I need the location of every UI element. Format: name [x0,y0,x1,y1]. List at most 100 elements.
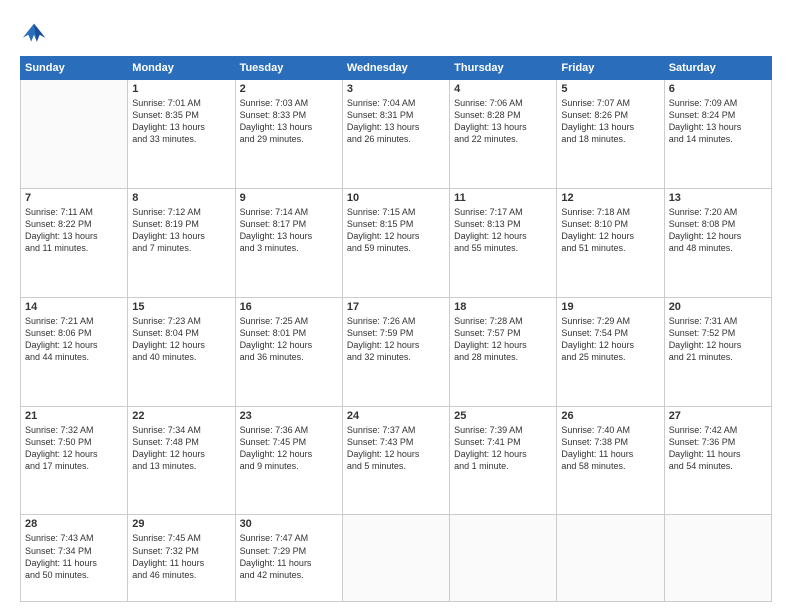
calendar-cell: 22 Sunrise: 7:34 AM Sunset: 7:48 PM Dayli… [128,406,235,515]
cell-info: Sunrise: 7:20 AM Sunset: 8:08 PM Dayligh… [669,206,767,255]
day-number: 13 [669,192,767,204]
day-number: 30 [240,518,338,530]
cell-info: Sunrise: 7:15 AM Sunset: 8:15 PM Dayligh… [347,206,445,255]
cell-info: Sunrise: 7:26 AM Sunset: 7:59 PM Dayligh… [347,315,445,364]
calendar-cell: 1 Sunrise: 7:01 AM Sunset: 8:35 PM Daylig… [128,80,235,189]
calendar-cell: 27Sunrise: 7:42 AM Sunset: 7:36 PM Dayli… [664,406,771,515]
weekday-header-tuesday: Tuesday [235,57,342,80]
day-number: 8 [132,192,230,204]
calendar-cell: 25 Sunrise: 7:39 AM Sunset: 7:41 PM Dayli… [450,406,557,515]
day-number: 7 [25,192,123,204]
week-row-4: 21Sunrise: 7:32 AM Sunset: 7:50 PM Dayli… [21,406,772,515]
week-row-1: 1 Sunrise: 7:01 AM Sunset: 8:35 PM Daylig… [21,80,772,189]
day-number: 24 [347,410,445,422]
calendar-cell: 4 Sunrise: 7:06 AM Sunset: 8:28 PM Daylig… [450,80,557,189]
day-number: 29 [132,518,230,530]
week-row-2: 7 Sunrise: 7:11 AM Sunset: 8:22 PM Daylig… [21,188,772,297]
weekday-header-monday: Monday [128,57,235,80]
calendar-cell: 8 Sunrise: 7:12 AM Sunset: 8:19 PM Daylig… [128,188,235,297]
day-number: 18 [454,301,552,313]
calendar-cell: 2 Sunrise: 7:03 AM Sunset: 8:33 PM Daylig… [235,80,342,189]
logo-bird-icon [20,18,48,46]
calendar-cell: 6Sunrise: 7:09 AM Sunset: 8:24 PM Daylig… [664,80,771,189]
day-number: 2 [240,83,338,95]
cell-info: Sunrise: 7:21 AM Sunset: 8:06 PM Dayligh… [25,315,123,364]
cell-info: Sunrise: 7:47 AM Sunset: 7:29 PM Dayligh… [240,532,338,581]
cell-info: Sunrise: 7:07 AM Sunset: 8:26 PM Dayligh… [561,97,659,146]
weekday-header-row: SundayMondayTuesdayWednesdayThursdayFrid… [21,57,772,80]
calendar-cell: 21Sunrise: 7:32 AM Sunset: 7:50 PM Dayli… [21,406,128,515]
day-number: 19 [561,301,659,313]
weekday-header-saturday: Saturday [664,57,771,80]
page: SundayMondayTuesdayWednesdayThursdayFrid… [0,0,792,612]
cell-info: Sunrise: 7:23 AM Sunset: 8:04 PM Dayligh… [132,315,230,364]
calendar-cell: 15Sunrise: 7:23 AM Sunset: 8:04 PM Dayli… [128,297,235,406]
day-number: 17 [347,301,445,313]
cell-info: Sunrise: 7:17 AM Sunset: 8:13 PM Dayligh… [454,206,552,255]
calendar-cell: 17 Sunrise: 7:26 AM Sunset: 7:59 PM Dayli… [342,297,449,406]
week-row-5: 28 Sunrise: 7:43 AM Sunset: 7:34 PM Dayli… [21,515,772,602]
day-number: 14 [25,301,123,313]
cell-info: Sunrise: 7:39 AM Sunset: 7:41 PM Dayligh… [454,424,552,473]
calendar-cell [557,515,664,602]
cell-info: Sunrise: 7:29 AM Sunset: 7:54 PM Dayligh… [561,315,659,364]
day-number: 28 [25,518,123,530]
day-number: 5 [561,83,659,95]
calendar-cell: 19 Sunrise: 7:29 AM Sunset: 7:54 PM Dayli… [557,297,664,406]
cell-info: Sunrise: 7:09 AM Sunset: 8:24 PM Dayligh… [669,97,767,146]
day-number: 4 [454,83,552,95]
cell-info: Sunrise: 7:01 AM Sunset: 8:35 PM Dayligh… [132,97,230,146]
calendar-cell: 29Sunrise: 7:45 AM Sunset: 7:32 PM Dayli… [128,515,235,602]
cell-info: Sunrise: 7:06 AM Sunset: 8:28 PM Dayligh… [454,97,552,146]
cell-info: Sunrise: 7:11 AM Sunset: 8:22 PM Dayligh… [25,206,123,255]
calendar-cell: 16 Sunrise: 7:25 AM Sunset: 8:01 PM Dayli… [235,297,342,406]
cell-info: Sunrise: 7:31 AM Sunset: 7:52 PM Dayligh… [669,315,767,364]
calendar-cell: 3 Sunrise: 7:04 AM Sunset: 8:31 PM Daylig… [342,80,449,189]
cell-info: Sunrise: 7:03 AM Sunset: 8:33 PM Dayligh… [240,97,338,146]
calendar-cell: 14 Sunrise: 7:21 AM Sunset: 8:06 PM Dayli… [21,297,128,406]
day-number: 16 [240,301,338,313]
cell-info: Sunrise: 7:32 AM Sunset: 7:50 PM Dayligh… [25,424,123,473]
weekday-header-thursday: Thursday [450,57,557,80]
calendar-cell [342,515,449,602]
cell-info: Sunrise: 7:43 AM Sunset: 7:34 PM Dayligh… [25,532,123,581]
cell-info: Sunrise: 7:42 AM Sunset: 7:36 PM Dayligh… [669,424,767,473]
calendar-cell: 24 Sunrise: 7:37 AM Sunset: 7:43 PM Dayli… [342,406,449,515]
cell-info: Sunrise: 7:34 AM Sunset: 7:48 PM Dayligh… [132,424,230,473]
week-row-3: 14 Sunrise: 7:21 AM Sunset: 8:06 PM Dayli… [21,297,772,406]
calendar-cell: 5 Sunrise: 7:07 AM Sunset: 8:26 PM Daylig… [557,80,664,189]
calendar-cell: 11 Sunrise: 7:17 AM Sunset: 8:13 PM Dayli… [450,188,557,297]
day-number: 26 [561,410,659,422]
cell-info: Sunrise: 7:28 AM Sunset: 7:57 PM Dayligh… [454,315,552,364]
cell-info: Sunrise: 7:36 AM Sunset: 7:45 PM Dayligh… [240,424,338,473]
calendar-cell: 7 Sunrise: 7:11 AM Sunset: 8:22 PM Daylig… [21,188,128,297]
day-number: 9 [240,192,338,204]
day-number: 12 [561,192,659,204]
calendar-cell: 23 Sunrise: 7:36 AM Sunset: 7:45 PM Dayli… [235,406,342,515]
cell-info: Sunrise: 7:25 AM Sunset: 8:01 PM Dayligh… [240,315,338,364]
calendar-cell: 18 Sunrise: 7:28 AM Sunset: 7:57 PM Dayli… [450,297,557,406]
calendar-cell: 30 Sunrise: 7:47 AM Sunset: 7:29 PM Dayli… [235,515,342,602]
calendar-cell [21,80,128,189]
calendar-cell: 13 Sunrise: 7:20 AM Sunset: 8:08 PM Dayli… [664,188,771,297]
day-number: 10 [347,192,445,204]
cell-info: Sunrise: 7:40 AM Sunset: 7:38 PM Dayligh… [561,424,659,473]
cell-info: Sunrise: 7:04 AM Sunset: 8:31 PM Dayligh… [347,97,445,146]
calendar-cell: 28 Sunrise: 7:43 AM Sunset: 7:34 PM Dayli… [21,515,128,602]
calendar-cell: 9 Sunrise: 7:14 AM Sunset: 8:17 PM Daylig… [235,188,342,297]
day-number: 25 [454,410,552,422]
day-number: 3 [347,83,445,95]
day-number: 23 [240,410,338,422]
day-number: 11 [454,192,552,204]
cell-info: Sunrise: 7:12 AM Sunset: 8:19 PM Dayligh… [132,206,230,255]
header [20,18,772,46]
calendar-cell: 12 Sunrise: 7:18 AM Sunset: 8:10 PM Dayli… [557,188,664,297]
calendar-table: SundayMondayTuesdayWednesdayThursdayFrid… [20,56,772,602]
cell-info: Sunrise: 7:14 AM Sunset: 8:17 PM Dayligh… [240,206,338,255]
weekday-header-wednesday: Wednesday [342,57,449,80]
cell-info: Sunrise: 7:18 AM Sunset: 8:10 PM Dayligh… [561,206,659,255]
logo [20,18,52,46]
day-number: 1 [132,83,230,95]
cell-info: Sunrise: 7:37 AM Sunset: 7:43 PM Dayligh… [347,424,445,473]
day-number: 22 [132,410,230,422]
